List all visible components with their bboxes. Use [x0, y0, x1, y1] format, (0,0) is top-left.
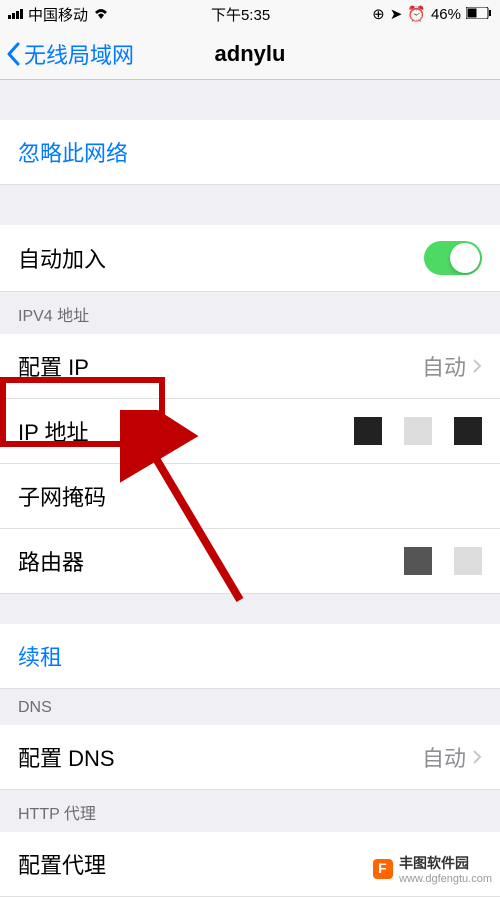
configure-dns-label: 配置 DNS	[18, 741, 115, 773]
configure-ip-label: 配置 IP	[18, 350, 89, 382]
carrier-label: 中国移动	[28, 4, 88, 25]
ipv4-header: IPV4 地址	[0, 292, 500, 334]
ip-address-row: IP 地址	[0, 399, 500, 464]
watermark-name: 丰图软件园	[399, 853, 492, 873]
location-icon: ➤	[390, 5, 403, 23]
http-proxy-header: HTTP 代理	[0, 790, 500, 832]
lock-icon: ⊕	[372, 5, 385, 23]
wifi-icon	[93, 6, 109, 23]
status-time: 下午5:35	[211, 4, 270, 25]
renew-lease-button[interactable]: 续租	[0, 624, 500, 689]
status-right: ⊕ ➤ ⏰ 46%	[372, 5, 492, 23]
battery-icon	[466, 6, 492, 23]
chevron-right-icon	[472, 749, 482, 765]
renew-lease-label: 续租	[18, 640, 62, 672]
configure-ip-row[interactable]: 配置 IP 自动	[0, 334, 500, 399]
nav-bar: 无线局域网 adnylu	[0, 28, 500, 80]
watermark: 丰图软件园 www.dgfengtu.com	[365, 849, 500, 889]
router-label: 路由器	[18, 545, 84, 577]
status-left: 中国移动	[8, 4, 109, 25]
configure-dns-value: 自动	[422, 741, 466, 773]
auto-join-label: 自动加入	[18, 242, 106, 274]
back-label: 无线局域网	[24, 38, 134, 70]
forget-network-label: 忽略此网络	[18, 136, 128, 168]
watermark-logo-icon	[373, 859, 393, 879]
router-row: 路由器	[0, 529, 500, 594]
configure-ip-value: 自动	[422, 350, 466, 382]
configure-dns-row[interactable]: 配置 DNS 自动	[0, 725, 500, 790]
dns-header: DNS	[0, 689, 500, 725]
subnet-mask-label: 子网掩码	[18, 480, 106, 512]
configure-proxy-label: 配置代理	[18, 848, 106, 880]
auto-join-toggle[interactable]	[424, 241, 482, 275]
chevron-left-icon	[6, 42, 20, 66]
auto-join-row: 自动加入	[0, 225, 500, 292]
battery-percent: 46%	[431, 6, 461, 23]
ip-address-value	[354, 417, 482, 445]
chevron-right-icon	[472, 358, 482, 374]
forget-network-button[interactable]: 忽略此网络	[0, 120, 500, 185]
signal-icon	[8, 9, 23, 19]
ip-address-label: IP 地址	[18, 415, 89, 447]
status-bar: 中国移动 下午5:35 ⊕ ➤ ⏰ 46%	[0, 0, 500, 28]
subnet-mask-row: 子网掩码	[0, 464, 500, 529]
back-button[interactable]: 无线局域网	[0, 38, 134, 70]
router-value	[404, 547, 482, 575]
alarm-icon: ⏰	[407, 5, 426, 23]
watermark-url: www.dgfengtu.com	[399, 873, 492, 885]
